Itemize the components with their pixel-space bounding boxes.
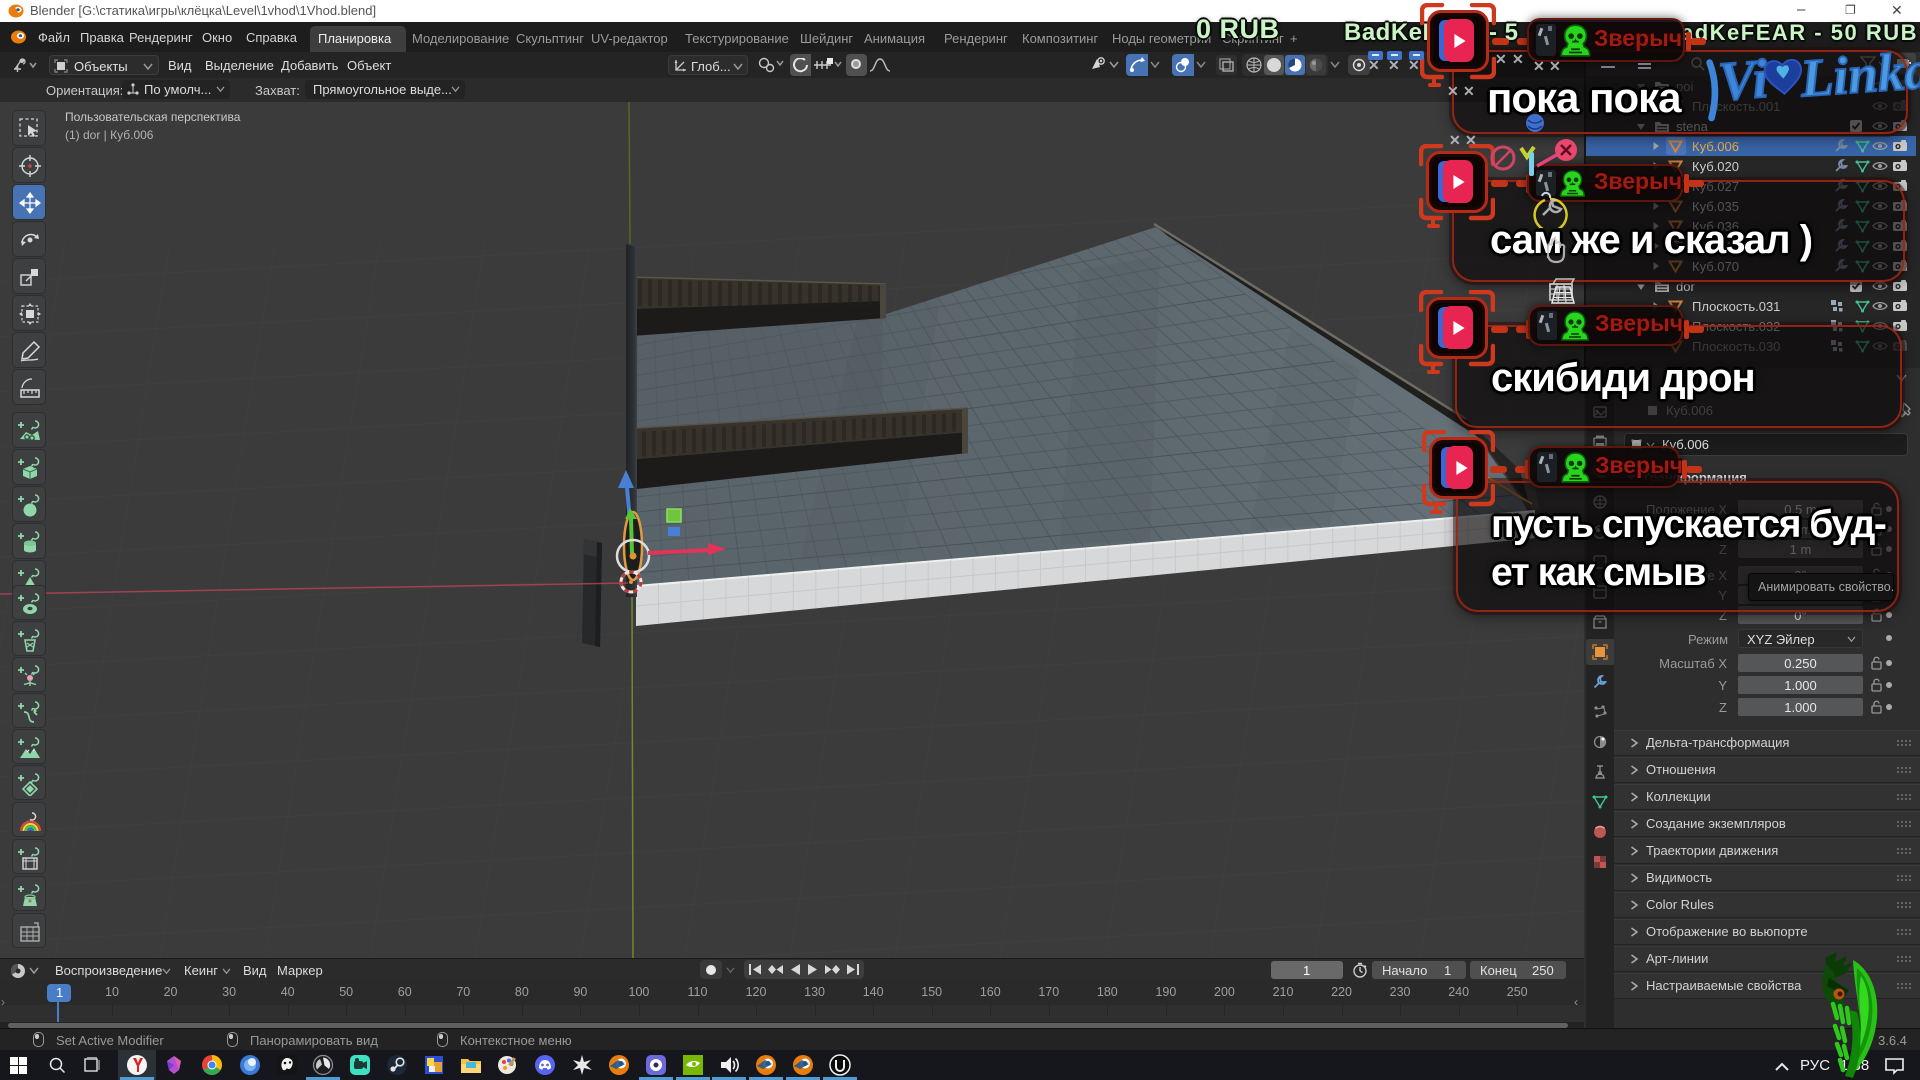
svg-text:Linka: Linka — [1798, 39, 1920, 108]
svg-text:Vi: Vi — [1716, 48, 1770, 112]
